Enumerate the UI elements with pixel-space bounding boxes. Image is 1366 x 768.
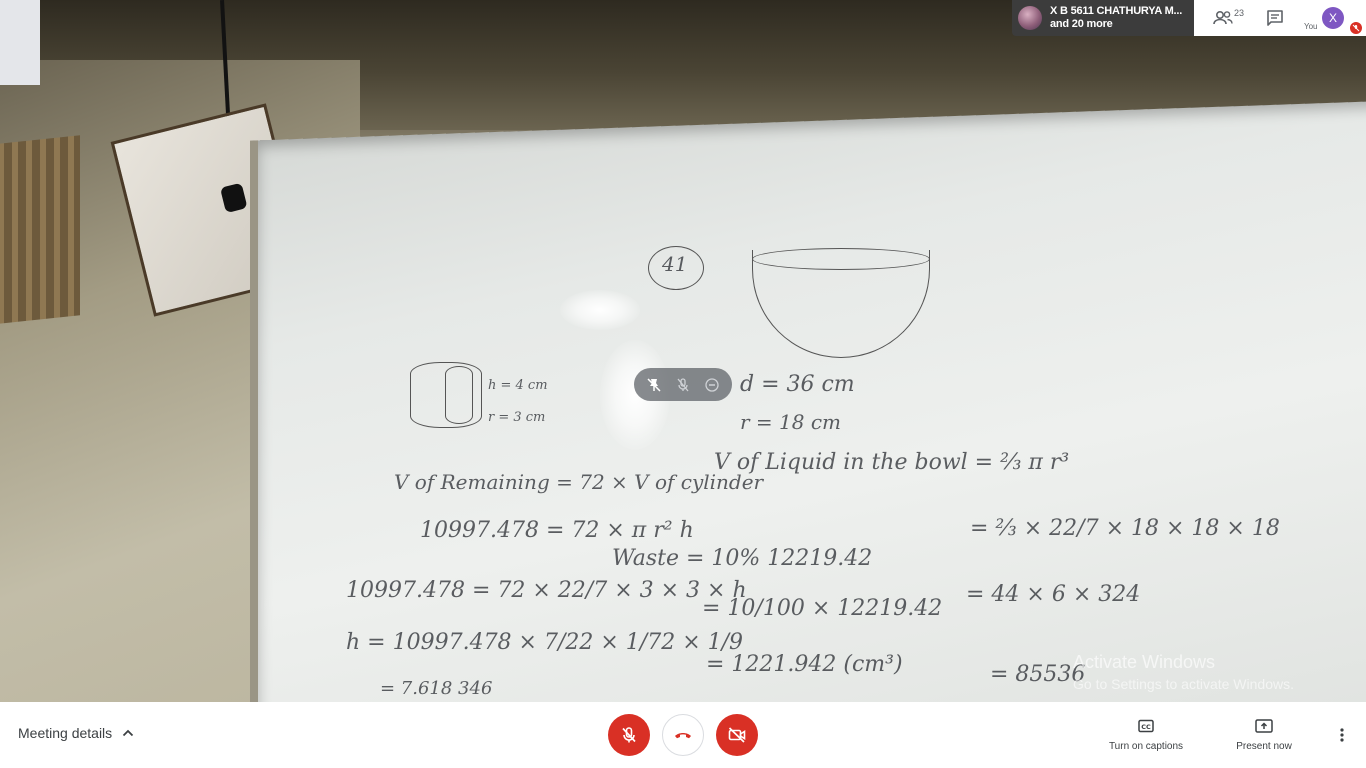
handwriting: h = 4 cm — [488, 378, 548, 393]
pin-button[interactable] — [643, 374, 665, 396]
handwriting: = 10/100 × 12219.42 — [702, 596, 943, 621]
activate-windows-title: Activate Windows — [1073, 652, 1216, 672]
participant-avatar — [1018, 6, 1042, 30]
chat-icon — [1267, 10, 1283, 26]
paper-sheet — [0, 0, 40, 85]
self-muted-badge — [1350, 22, 1362, 34]
wooden-shelf — [0, 135, 80, 325]
handwriting: V of Liquid in the bowl = ⅔ π r³ — [714, 450, 1070, 475]
video-feed: 41 d = 36 cm r = 18 cm h = 4 cm r = 3 cm… — [0, 0, 1366, 702]
handwriting: r = 18 cm — [740, 410, 842, 434]
camera-toggle-button[interactable] — [716, 714, 758, 756]
participant-name: X B 5611 CHATHURYA M... — [1050, 5, 1183, 17]
participant-count: 23 — [1234, 8, 1245, 18]
captions-button[interactable]: CC Turn on captions — [1101, 716, 1191, 752]
mic-off-icon — [622, 727, 636, 743]
cylinder-drawing — [445, 366, 473, 424]
handwriting: r = 3 cm — [488, 410, 546, 425]
chevron-up-icon — [122, 729, 134, 737]
mute-participant-button[interactable] — [672, 374, 694, 396]
handwriting: = ⅔ × 22/7 × 18 × 18 × 18 — [970, 516, 1280, 541]
tile-controls — [634, 368, 732, 401]
present-icon — [1255, 716, 1273, 736]
handwriting: = 7.618 346 — [380, 678, 493, 699]
meeting-details-label: Meeting details — [18, 725, 113, 741]
bottom-bar: Meeting details CC Turn on captions Pres… — [0, 702, 1366, 768]
meeting-details-button[interactable]: Meeting details — [18, 725, 134, 741]
captions-icon: CC — [1138, 716, 1154, 736]
microphone-toggle-button[interactable] — [608, 714, 650, 756]
top-toolbar: 23 You X — [1194, 0, 1366, 36]
handwriting: Waste = 10% 12219.42 — [612, 546, 873, 571]
people-icon — [1213, 10, 1233, 25]
more-vert-icon — [1340, 728, 1344, 742]
handwriting: d = 36 cm — [740, 372, 855, 397]
remove-participant-icon — [704, 377, 719, 392]
captions-label: Turn on captions — [1108, 741, 1184, 752]
handwriting: h = 10997.478 × 7/22 × 1/72 × 1/9 — [346, 630, 744, 655]
present-now-button[interactable]: Present now — [1219, 716, 1309, 752]
more-options-button[interactable] — [1332, 723, 1352, 747]
activate-windows-subtitle: Go to Settings to activate Windows. — [1073, 676, 1294, 692]
mute-participant-icon — [677, 377, 689, 391]
participants-summary-card[interactable]: X B 5611 CHATHURYA M... and 20 more — [1012, 0, 1194, 36]
light-glare — [560, 290, 640, 330]
svg-text:CC: CC — [1141, 723, 1151, 731]
hangup-icon — [675, 733, 691, 739]
handwriting: 10997.478 = 72 × π r² h — [420, 518, 694, 543]
handwriting: V of Remaining = 72 × V of cylinder — [394, 470, 764, 494]
present-label: Present now — [1236, 741, 1292, 752]
you-label: You — [1304, 22, 1318, 31]
handwriting: = 44 × 6 × 324 — [966, 582, 1141, 607]
pin-icon — [647, 377, 661, 392]
participant-more: and 20 more — [1050, 18, 1113, 30]
handwriting: = 1221.942 (cm³) — [706, 652, 903, 677]
self-avatar[interactable]: X — [1322, 7, 1344, 29]
handwriting: 41 — [662, 252, 688, 276]
handwriting: 10997.478 = 72 × 22/7 × 3 × 3 × h — [346, 578, 747, 603]
mic-off-icon — [1352, 24, 1360, 32]
people-button[interactable] — [1210, 6, 1236, 30]
handwriting: = 85536 — [990, 662, 1086, 687]
remove-participant-button[interactable] — [701, 374, 723, 396]
camera-off-icon — [728, 727, 746, 743]
leave-call-button[interactable] — [662, 714, 704, 756]
chat-button[interactable] — [1262, 6, 1288, 30]
